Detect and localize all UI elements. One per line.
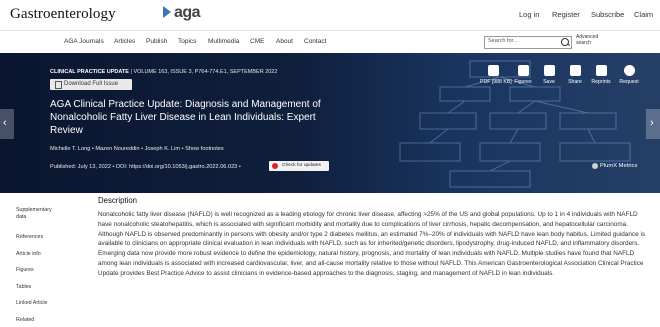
nav-publish[interactable]: Publish (146, 38, 167, 45)
nav-cme[interactable]: CME (250, 38, 264, 45)
next-arrow[interactable]: › (646, 109, 660, 139)
article-tools: PDF [988 KB] Figures Save Share Reprints… (480, 65, 650, 105)
description-heading: Description (98, 196, 137, 205)
publication-info: Published: July 13, 2022 • DOI: https://… (50, 164, 241, 170)
article-authors[interactable]: Michelle T. Long • Mazen Noureddin • Jos… (50, 146, 224, 152)
sidebar-item-references[interactable]: References (16, 234, 56, 241)
sidebar-item-article-info[interactable]: Article info (16, 251, 56, 258)
register-link[interactable]: Register (552, 10, 580, 19)
pdf-label: PDF [988 KB] (480, 79, 512, 85)
check-updates-button[interactable]: Check for updates (269, 161, 329, 171)
article-title: AGA Clinical Practice Update: Diagnosis … (50, 99, 321, 136)
figures-tool[interactable]: Figures (510, 65, 536, 85)
site-header: Gastroenterology aga Log in Register Sub… (0, 0, 660, 28)
check-updates-label: Check for updates (282, 163, 321, 168)
aga-logo[interactable]: aga (174, 4, 201, 22)
pdf-icon (487, 65, 499, 76)
nav-aga-journals[interactable]: AGA Journals (64, 38, 104, 45)
download-issue-button[interactable]: Download Full Issue (50, 79, 132, 90)
nav-about[interactable]: About (276, 38, 293, 45)
figures-icon (517, 65, 529, 76)
share-icon (569, 65, 581, 76)
search-icon[interactable] (561, 38, 569, 46)
download-issue-label: Download Full Issue (64, 81, 119, 87)
save-label: Save (543, 79, 555, 85)
article-hero: ‹ › CLINICAL PRACTICE UPDATE | VOLUME 16… (0, 53, 660, 193)
reprints-tool[interactable]: Reprints (588, 65, 614, 85)
main-nav: AGA Journals Articles Publish Topics Mul… (0, 30, 660, 53)
request-tool[interactable]: Request (616, 65, 642, 85)
crossmark-icon (272, 163, 278, 169)
article-meta: CLINICAL PRACTICE UPDATE | VOLUME 163, I… (50, 69, 278, 75)
article-type: CLINICAL PRACTICE UPDATE (50, 69, 129, 75)
figures-label: Figures (514, 79, 532, 85)
nav-topics[interactable]: Topics (178, 38, 196, 45)
description-body: Nonalcoholic fatty liver disease (NAFLD)… (98, 211, 646, 277)
article-citation: VOLUME 163, ISSUE 3, P764-774.E1, SEPTEM… (133, 69, 278, 75)
sidebar-item-tables[interactable]: Tables (16, 284, 56, 291)
subscribe-link[interactable]: Subscribe (591, 10, 624, 19)
plumx-icon (592, 163, 598, 169)
download-icon (55, 81, 62, 89)
advanced-search-link[interactable]: Advanced search (576, 34, 604, 46)
reprints-label: Reprints (591, 79, 611, 85)
logo-divider (163, 6, 171, 18)
search-input[interactable]: Search for... (484, 36, 572, 49)
sidebar-item-supplementary[interactable]: Supplementary data (16, 207, 56, 221)
sidebar-item-linked-article[interactable]: Linked Article (16, 300, 56, 307)
sidebar-item-figures[interactable]: Figures (16, 267, 56, 274)
share-tool[interactable]: Share (562, 65, 588, 85)
login-link[interactable]: Log in (519, 10, 539, 19)
article-content: Description Nonalcoholic fatty liver dis… (98, 196, 646, 279)
journal-logo[interactable]: Gastroenterology (10, 6, 116, 23)
nav-contact[interactable]: Contact (304, 38, 326, 45)
nav-articles[interactable]: Articles (114, 38, 135, 45)
prev-arrow[interactable]: ‹ (0, 109, 14, 139)
search-placeholder: Search for... (488, 38, 518, 44)
bookmark-icon (543, 65, 555, 76)
nav-multimedia[interactable]: Multimedia (208, 38, 239, 45)
copyright-icon (623, 65, 635, 76)
plumx-link[interactable]: PlumX Metrics (600, 163, 637, 169)
request-label: Request (619, 79, 639, 85)
sidebar-item-related[interactable]: Related (16, 317, 56, 324)
claim-link[interactable]: Claim (634, 10, 653, 19)
share-label: Share (568, 79, 582, 85)
pdf-tool[interactable]: PDF [988 KB] (480, 65, 512, 85)
reprints-icon (595, 65, 607, 76)
save-tool[interactable]: Save (536, 65, 562, 85)
